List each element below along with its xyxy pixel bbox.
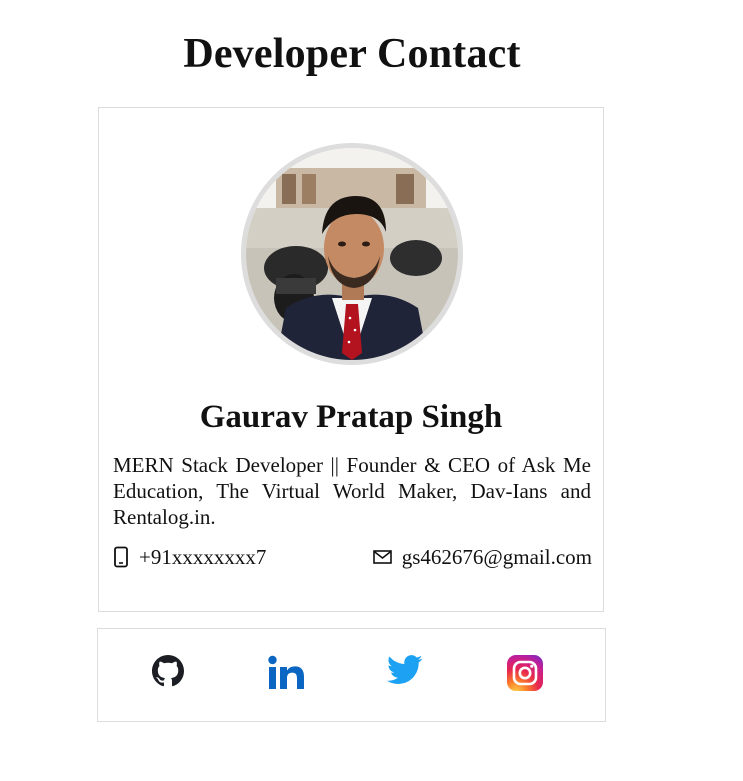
twitter-icon xyxy=(387,655,423,685)
social-links-card xyxy=(97,628,606,722)
phone-number: +91xxxxxxxx7 xyxy=(139,544,267,569)
phone-icon xyxy=(113,546,129,568)
profile-name: Gaurav Pratap Singh xyxy=(199,399,503,435)
github-link[interactable] xyxy=(152,655,188,691)
github-icon xyxy=(152,655,188,687)
instagram-icon xyxy=(507,655,543,691)
phone-link[interactable]: +91xxxxxxxx7 xyxy=(113,545,266,570)
profile-photo xyxy=(246,148,458,360)
twitter-link[interactable] xyxy=(387,655,423,691)
mail-icon xyxy=(372,549,392,565)
page-title: Developer Contact xyxy=(183,31,521,77)
linkedin-link[interactable] xyxy=(268,655,304,691)
linkedin-icon xyxy=(268,655,304,691)
profile-bio: MERN Stack Developer || Founder & CEO of… xyxy=(113,453,591,529)
email-address: gs462676@gmail.com xyxy=(401,544,592,569)
profile-card: Gaurav Pratap Singh MERN Stack Developer… xyxy=(98,107,604,612)
contact-row: +91xxxxxxxx7 gs462676@gmail.com xyxy=(113,544,592,570)
instagram-link[interactable] xyxy=(507,655,543,691)
avatar xyxy=(241,143,463,365)
email-link[interactable]: gs462676@gmail.com xyxy=(372,544,592,570)
